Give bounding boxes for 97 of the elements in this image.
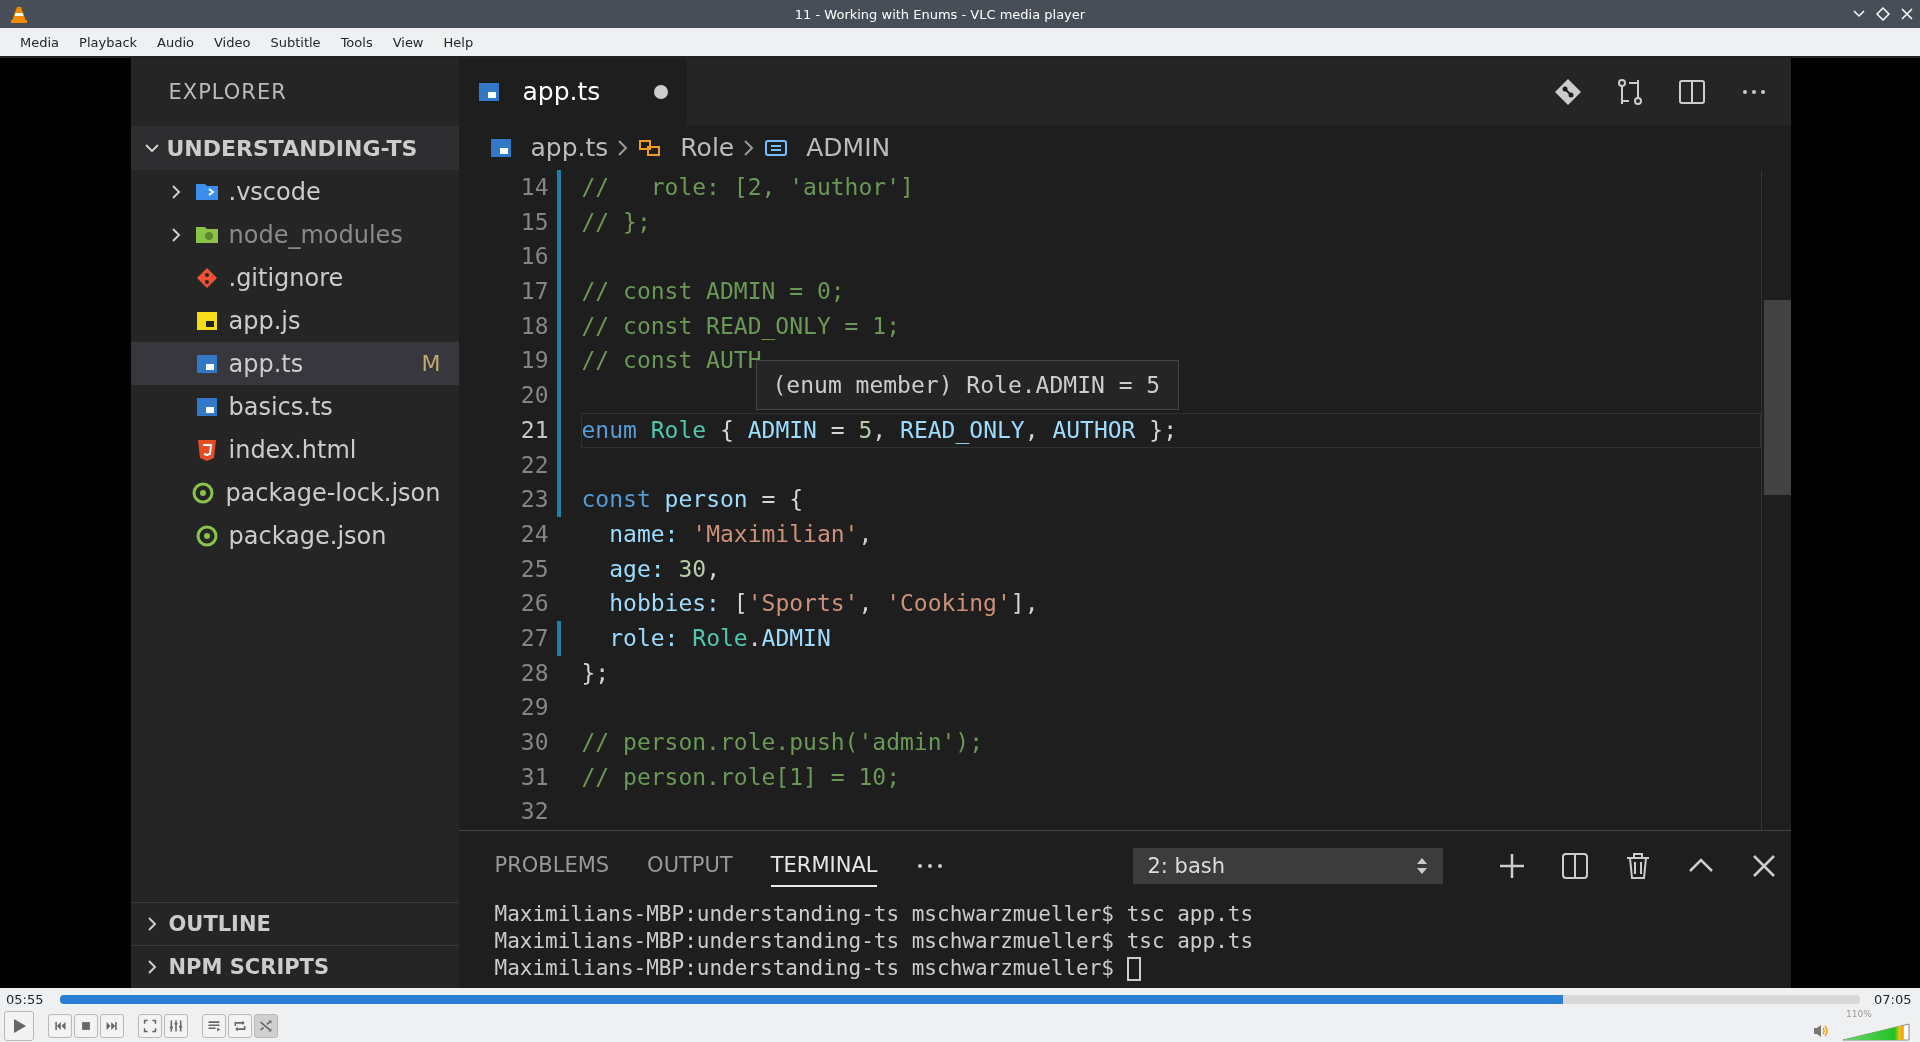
seek-bar[interactable] [60, 994, 1860, 1004]
panel-tab[interactable]: PROBLEMS [494, 845, 610, 887]
folder-header[interactable]: UNDERSTANDING-TS [130, 126, 459, 170]
code-line: // const READ_ONLY = 1; [581, 312, 900, 339]
terminal-line: Maximilians-MBP:understanding-ts mschwarzmueller$ tsc app.ts [494, 901, 1254, 928]
line-number: 22 [519, 450, 549, 480]
line-number: 21 [519, 415, 549, 445]
stop-button[interactable] [74, 1014, 98, 1038]
loop-icon [233, 1019, 247, 1033]
file-item[interactable]: app.ts M [130, 342, 459, 385]
line-number: 16 [519, 242, 549, 272]
code-line: const person = { [581, 486, 804, 513]
terminal-cursor [1126, 956, 1141, 981]
stop-icon [79, 1019, 93, 1033]
menu-item[interactable]: Media [10, 34, 70, 50]
volume-reading: 110% [1846, 1009, 1872, 1019]
close-icon[interactable] [1900, 7, 1914, 21]
file-item[interactable]: node_modules [130, 213, 459, 256]
file-item[interactable]: index.html [130, 428, 459, 471]
file-item[interactable]: .vscode [130, 170, 459, 213]
extended-settings-icon [169, 1019, 183, 1033]
line-number: 14 [519, 173, 549, 202]
split-terminal-icon[interactable] [1560, 851, 1591, 881]
line-number: 26 [519, 589, 549, 619]
playlist-icon [207, 1019, 221, 1033]
menu-item[interactable]: Help [433, 34, 484, 50]
line-number: 28 [519, 658, 549, 688]
fullscreen-icon [143, 1019, 157, 1033]
line-number: 25 [519, 554, 549, 584]
maximize-icon[interactable] [1876, 7, 1890, 21]
code-line: // person.role.push('admin'); [581, 729, 984, 755]
code-line: // const ADMIN = 0; [581, 278, 845, 305]
line-number: 23 [519, 485, 549, 515]
speaker-icon[interactable] [1812, 1023, 1828, 1039]
line-number: 15 [519, 207, 549, 237]
menu-item[interactable]: Playback [69, 34, 148, 50]
line-number: 27 [519, 623, 549, 653]
editor-tab[interactable]: app.ts [458, 58, 687, 125]
section-header[interactable]: OUTLINE [130, 902, 459, 945]
code-line: enum Role { ADMIN = 5, READ_ONLY, AUTHOR }; [581, 416, 1177, 443]
code-line: }; [581, 659, 610, 686]
next-icon [105, 1019, 119, 1033]
line-number: 18 [519, 311, 549, 341]
random-icon [259, 1019, 273, 1033]
next-button[interactable] [100, 1014, 124, 1038]
cone-icon [10, 5, 28, 23]
line-number: 30 [519, 728, 549, 757]
line-number: 17 [519, 277, 549, 307]
git-status-label: M [421, 351, 441, 376]
sidebar-title: EXPLORER [167, 79, 288, 106]
code-line: name: 'Maximilian', [608, 520, 873, 547]
terminal-select[interactable]: 2: bash [1133, 848, 1444, 884]
file-item[interactable]: package.json [130, 514, 459, 557]
loop-button[interactable] [228, 1014, 252, 1038]
extended-settings-button[interactable] [164, 1014, 188, 1038]
menu-item[interactable]: Subtitle [260, 34, 331, 50]
breadcrumb-item[interactable]: app.ts [488, 133, 609, 162]
window-title: 11 - Working with Enums - VLC media player [793, 6, 1087, 22]
line-number: 20 [519, 381, 549, 411]
breadcrumb-item[interactable]: ADMIN [764, 133, 891, 162]
fullscreen-button[interactable] [138, 1014, 162, 1038]
scrollbar-thumb[interactable] [1763, 300, 1791, 495]
code-line: age: 30, [608, 555, 720, 582]
previous-icon [53, 1019, 67, 1033]
unsaved-dot-icon [652, 83, 669, 100]
breadcrumb-item[interactable]: Role [638, 133, 735, 162]
playlist-button[interactable] [202, 1014, 226, 1038]
hover-tooltip: (enum member) Role.ADMIN = 5 [755, 360, 1179, 410]
panel-tab[interactable]: TERMINAL [770, 845, 878, 887]
previous-button[interactable] [48, 1014, 72, 1038]
line-number: 29 [519, 693, 549, 723]
menu-item[interactable]: Video [204, 34, 261, 50]
line-number: 19 [519, 346, 549, 376]
panel-tab[interactable]: OUTPUT [647, 845, 733, 887]
code-line: role: Role.ADMIN [608, 624, 831, 651]
json-file-icon [194, 523, 219, 548]
line-number: 31 [519, 762, 549, 792]
file-item[interactable]: package-lock.json [130, 471, 459, 514]
code-line: hobbies: ['Sports', 'Cooking'], [608, 590, 1039, 617]
file-item[interactable]: .gitignore [130, 256, 459, 299]
random-button[interactable] [254, 1014, 278, 1038]
json-file-icon [191, 480, 216, 505]
terminal-line: Maximilians-MBP:understanding-ts mschwarzmueller$ [494, 955, 1115, 982]
terminal-line: Maximilians-MBP:understanding-ts mschwarzmueller$ tsc app.ts [494, 928, 1254, 955]
line-number: 24 [519, 519, 549, 549]
file-item[interactable]: basics.ts [130, 385, 459, 428]
menu-item[interactable]: View [382, 34, 434, 50]
play-button[interactable] [4, 1011, 34, 1041]
code-line: // }; [581, 208, 651, 235]
menu-item[interactable]: Tools [330, 34, 383, 50]
total-time: 07:05 [1874, 991, 1913, 1007]
file-item[interactable]: app.js [130, 299, 459, 342]
code-line: // role: [2, 'author'] [581, 174, 914, 200]
elapsed-time: 05:55 [6, 991, 45, 1007]
menu-item[interactable]: Audio [147, 34, 204, 50]
line-number: 32 [519, 797, 549, 827]
code-line: // person.role[1] = 10; [581, 763, 900, 790]
